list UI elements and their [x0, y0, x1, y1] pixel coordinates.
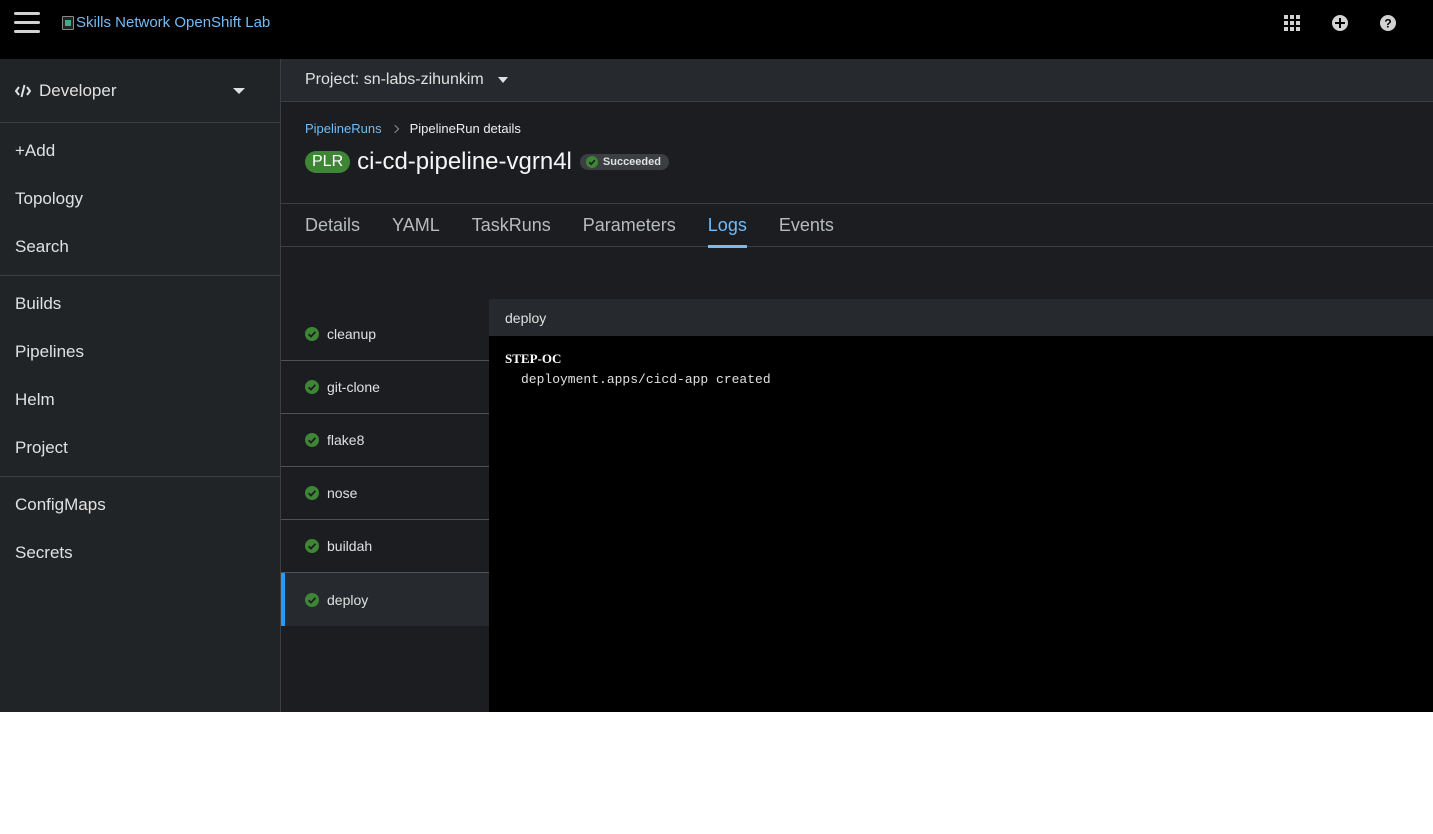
project-label: Project: sn-labs-zihunkim	[305, 71, 484, 88]
tab-events[interactable]: Events	[779, 204, 834, 247]
sidebar-item-helm[interactable]: Helm	[0, 376, 280, 424]
sidebar-item-topology[interactable]: Topology	[0, 175, 280, 223]
tab-yaml[interactable]: YAML	[392, 204, 440, 247]
task-label: nose	[327, 485, 358, 501]
check-circle-icon	[585, 156, 598, 168]
code-icon	[15, 84, 31, 97]
svg-text:?: ?	[1384, 17, 1391, 31]
task-label: flake8	[327, 432, 365, 448]
check-circle-icon	[305, 486, 319, 500]
task-label: buildah	[327, 538, 373, 554]
breadcrumb-pipelineruns-link[interactable]: PipelineRuns	[305, 121, 382, 136]
tab-details[interactable]: Details	[305, 204, 360, 247]
perspective-switcher[interactable]: Developer	[0, 59, 280, 123]
task-item-deploy[interactable]: deploy	[281, 573, 489, 626]
status-badge: Succeeded	[579, 154, 669, 170]
sidebar-item-add[interactable]: +Add	[0, 127, 280, 175]
task-label: git-clone	[327, 379, 380, 395]
check-circle-icon	[305, 380, 319, 394]
check-circle-icon	[305, 592, 319, 607]
task-item-buildah[interactable]: buildah	[281, 520, 489, 573]
main-content: Project: sn-labs-zihunkim PipelineRuns P…	[281, 59, 1433, 712]
task-item-git-clone[interactable]: git-clone	[281, 361, 489, 414]
log-line: deployment.apps/cicd-app created	[521, 372, 771, 387]
log-viewer[interactable]: deploy STEP-OC deployment.apps/cicd-app …	[489, 299, 1433, 712]
log-body[interactable]: STEP-OC deployment.apps/cicd-app created	[489, 336, 1433, 402]
check-circle-icon	[305, 327, 319, 341]
page-title: ci-cd-pipeline-vgrn4l	[357, 148, 572, 175]
sidebar-item-pipelines[interactable]: Pipelines	[0, 328, 280, 376]
task-item-flake8[interactable]: flake8	[281, 414, 489, 467]
breadcrumb-current: PipelineRun details	[409, 121, 521, 136]
check-circle-icon	[305, 539, 319, 553]
resource-kind-badge: PLR	[305, 151, 351, 173]
chevron-right-icon	[390, 124, 399, 133]
status-label: Succeeded	[602, 156, 661, 168]
sidebar-item-search[interactable]: Search	[0, 223, 280, 271]
brand-logo-alt-text: Skills Network OpenShift Lab	[76, 14, 271, 31]
task-label: deploy	[327, 591, 369, 608]
sidebar-item-project[interactable]: Project	[0, 424, 280, 472]
nav-group: ConfigMaps Secrets	[0, 477, 280, 581]
task-list: cleanup git-clone flake8 nose buildah de…	[281, 308, 489, 626]
task-item-cleanup[interactable]: cleanup	[281, 308, 489, 361]
app-launcher-icon[interactable]	[1283, 14, 1301, 32]
broken-image-icon	[62, 15, 74, 30]
tab-parameters[interactable]: Parameters	[583, 204, 676, 247]
nav-group: +Add Topology Search	[0, 123, 280, 276]
log-header: deploy	[489, 299, 1433, 336]
project-selector[interactable]: Project: sn-labs-zihunkim	[281, 59, 1433, 102]
caret-down-icon	[497, 77, 508, 83]
hamburger-menu-icon[interactable]	[14, 12, 40, 34]
nav-group: Builds Pipelines Helm Project	[0, 276, 280, 477]
task-item-nose[interactable]: nose	[281, 467, 489, 520]
tab-taskruns[interactable]: TaskRuns	[472, 204, 551, 247]
sidebar-item-secrets[interactable]: Secrets	[0, 529, 280, 577]
sidebar-item-builds[interactable]: Builds	[0, 280, 280, 328]
sidebar: Developer +Add Topology Search Builds Pi…	[0, 59, 281, 712]
task-label: cleanup	[327, 326, 377, 342]
log-step-name: STEP-OC	[505, 351, 562, 366]
check-circle-icon	[305, 433, 319, 447]
perspective-label: Developer	[39, 80, 117, 100]
tab-logs[interactable]: Logs	[707, 204, 747, 248]
brand-logo[interactable]: Skills Network OpenShift Lab	[62, 14, 270, 31]
page-header: PipelineRuns PipelineRun details PLR ci-…	[281, 102, 1433, 204]
caret-down-icon	[233, 88, 245, 94]
breadcrumb: PipelineRuns PipelineRun details	[305, 121, 521, 136]
help-icon[interactable]: ?	[1379, 14, 1397, 32]
masthead: Skills Network OpenShift Lab ?	[0, 0, 1433, 59]
sidebar-item-configmaps[interactable]: ConfigMaps	[0, 481, 280, 529]
tab-bar: Details YAML TaskRuns Parameters Logs Ev…	[281, 204, 1433, 248]
plus-circle-icon[interactable]	[1331, 14, 1349, 32]
